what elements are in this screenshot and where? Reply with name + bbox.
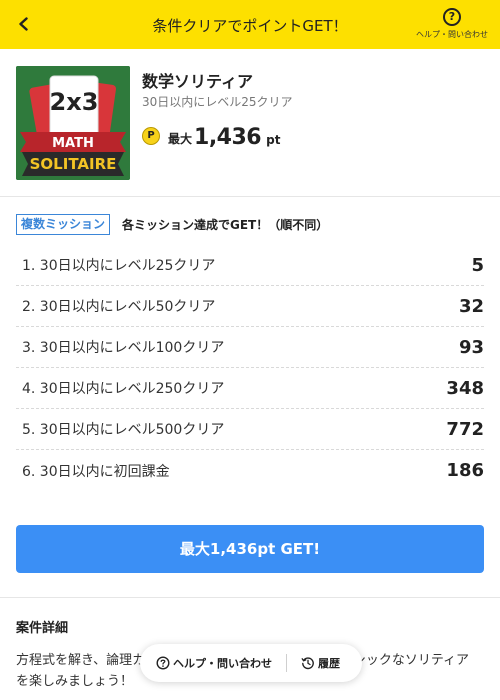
- mission-row: 5. 30日以内にレベル500クリア 772: [16, 409, 484, 450]
- mission-points: 5: [471, 254, 484, 276]
- details-title: 案件詳細: [16, 621, 69, 636]
- max-value: 1,436: [194, 125, 262, 150]
- point-coin-icon: P: [142, 127, 160, 145]
- mission-points: 772: [446, 418, 484, 440]
- details-line1-left: 方程式を解き、論理カ: [16, 653, 146, 668]
- mission-row: 1. 30日以内にレベル25クリア 5: [16, 245, 484, 286]
- icon-text-2x3: 2x3: [50, 88, 99, 116]
- multi-mission-tag: 複数ミッション: [16, 214, 111, 235]
- mission-row: 4. 30日以内にレベル250クリア 348: [16, 368, 484, 409]
- floating-action-bar: ヘルプ・問い合わせ 履歴: [140, 644, 362, 682]
- max-label: 最大: [168, 132, 193, 146]
- divider: [0, 196, 500, 197]
- separator: [286, 654, 287, 672]
- history-button[interactable]: 履歴: [301, 655, 340, 671]
- icon-text-solitaire: SOLITAIRE: [30, 155, 117, 173]
- question-circle-icon: [156, 656, 170, 670]
- app-subtitle: 30日以内にレベル25クリア: [142, 95, 293, 109]
- mission-row: 2. 30日以内にレベル50クリア 32: [16, 286, 484, 327]
- mission-label: 3. 30日以内にレベル100クリア: [22, 340, 225, 356]
- mission-row: 3. 30日以内にレベル100クリア 93: [16, 327, 484, 368]
- mission-list: 1. 30日以内にレベル25クリア 5 2. 30日以内にレベル50クリア 32…: [16, 245, 484, 491]
- mission-row: 6. 30日以内に初回課金 186: [16, 450, 484, 491]
- mission-points: 93: [458, 336, 484, 358]
- mission-label: 1. 30日以内にレベル25クリア: [22, 258, 216, 274]
- mission-label: 6. 30日以内に初回課金: [22, 463, 170, 480]
- help-button[interactable]: ? ヘルプ・問い合わせ: [412, 8, 492, 40]
- icon-text-math: MATH: [52, 136, 94, 151]
- mission-label: 5. 30日以内にレベル500クリア: [22, 422, 225, 438]
- top-header: 条件クリアでポイントGET！ ? ヘルプ・問い合わせ: [0, 0, 500, 49]
- mission-heading: 各ミッション達成でGET！（順不同）: [122, 218, 329, 232]
- mission-points: 186: [446, 460, 484, 481]
- mission-points: 348: [446, 377, 484, 399]
- divider: [0, 597, 500, 598]
- history-label: 履歴: [318, 657, 340, 670]
- get-points-button[interactable]: 最大1,436pt GET!: [16, 525, 484, 573]
- help-icon: ?: [443, 8, 461, 26]
- help-label: ヘルプ・問い合わせ: [416, 30, 488, 39]
- float-help-label: ヘルプ・問い合わせ: [173, 657, 272, 670]
- history-icon: [301, 657, 314, 670]
- mission-label: 4. 30日以内にレベル250クリア: [22, 381, 225, 397]
- app-icon: 2x3 MATH SOLITAIRE: [16, 66, 130, 180]
- float-help-button[interactable]: ヘルプ・問い合わせ: [156, 655, 272, 671]
- mission-points: 32: [458, 295, 484, 317]
- max-points: P 最大 1,436 pt: [142, 122, 280, 150]
- max-unit: pt: [266, 133, 281, 147]
- mission-label: 2. 30日以内にレベル50クリア: [22, 299, 216, 315]
- app-name: 数学ソリティア: [142, 72, 254, 91]
